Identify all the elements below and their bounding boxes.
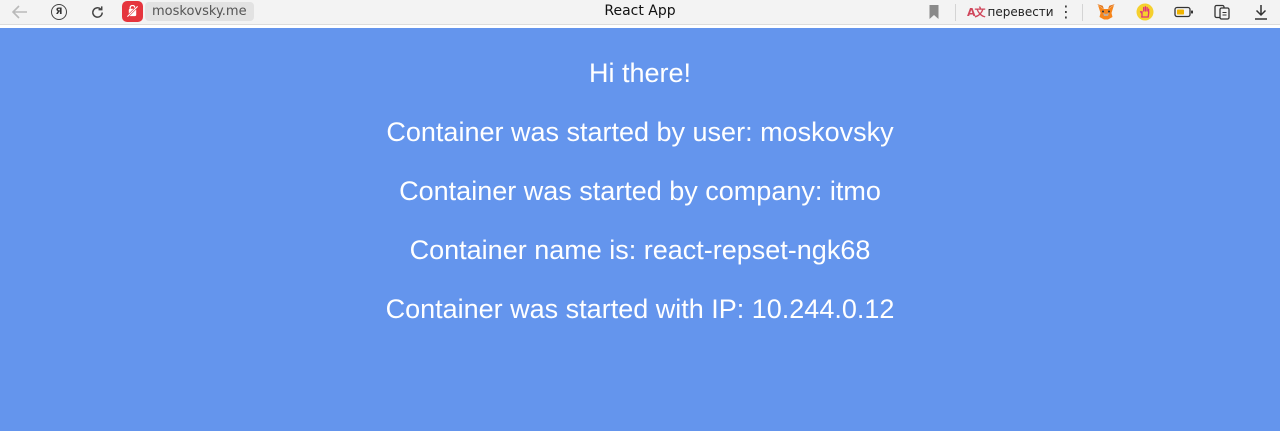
translate-icon: A文 [967, 6, 985, 19]
page-content: Hi there! Container was started by user:… [0, 28, 1280, 431]
site-favicon [122, 1, 143, 22]
more-icon[interactable]: ⋮ [1058, 2, 1074, 22]
user-info-text: Container was started by user: moskovsky [386, 117, 894, 147]
bookmark-icon[interactable] [928, 4, 940, 20]
tabs-icon[interactable] [1211, 2, 1233, 22]
container-name-text: Container name is: react-repset-ngk68 [409, 235, 871, 265]
reload-icon[interactable] [87, 3, 107, 21]
greeting-text: Hi there! [588, 58, 692, 88]
translate-button[interactable]: A文 перевести [967, 2, 1054, 22]
tab-title: React App [604, 3, 676, 19]
download-icon[interactable] [1250, 2, 1272, 22]
yandex-logo: Я [51, 4, 67, 20]
toolbar-divider [1082, 4, 1083, 21]
translate-label: перевести [987, 5, 1054, 19]
yandex-icon[interactable]: Я [49, 3, 69, 21]
address-bar-url[interactable]: moskovsky.me [145, 2, 254, 21]
toolbar-divider [955, 4, 956, 21]
hand-extension-icon[interactable] [1134, 2, 1156, 22]
metamask-fox-icon[interactable] [1095, 2, 1117, 22]
back-arrow-icon[interactable] [10, 3, 30, 21]
browser-toolbar: Я moskovsky.me React App A文 перевести ⋮ [0, 0, 1280, 25]
ip-info-text: Container was started with IP: 10.244.0.… [385, 294, 895, 324]
company-info-text: Container was started by company: itmo [399, 176, 881, 206]
battery-icon[interactable] [1173, 2, 1195, 22]
